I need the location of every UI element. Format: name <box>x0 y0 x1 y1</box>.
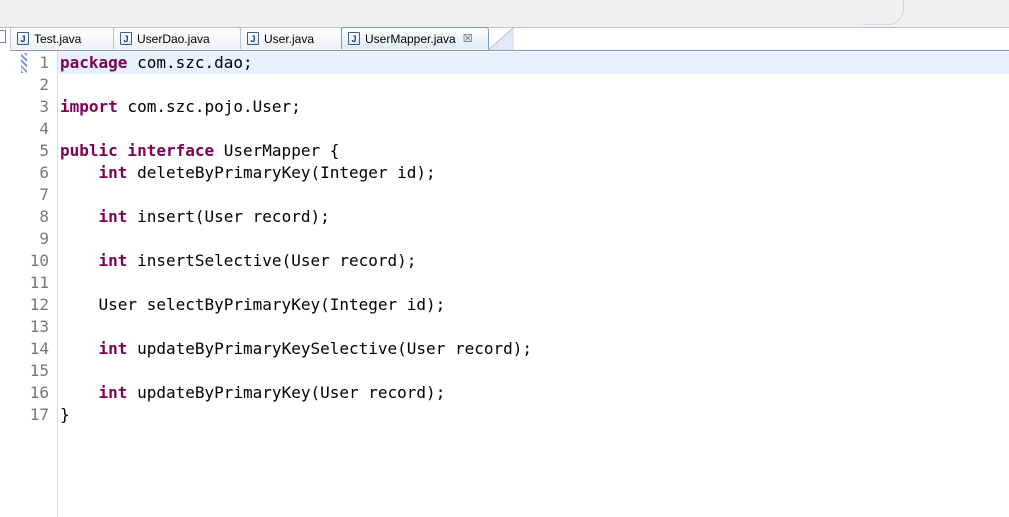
code-keyword: int <box>98 339 128 358</box>
line-number: 10 <box>29 251 49 270</box>
code-keyword: package <box>60 53 128 72</box>
code-text: User selectByPrimaryKey(Integer id); <box>98 295 446 314</box>
code-line[interactable]: } <box>60 404 70 426</box>
code-keyword: public interface <box>60 141 215 160</box>
line-number: 3 <box>39 97 49 116</box>
line-number: 11 <box>29 273 49 292</box>
annotation-gutter <box>15 51 31 517</box>
editor-tab-bar: J Test.java J UserDao.java J User.java J… <box>10 27 514 50</box>
line-number: 16 <box>29 383 49 402</box>
line-number: 13 <box>29 317 49 336</box>
tab-usermapper-java[interactable]: J UserMapper.java ☒ <box>341 27 514 50</box>
tab-label: User.java <box>264 31 315 46</box>
line-number: 9 <box>39 229 49 248</box>
code-keyword: int <box>98 251 128 270</box>
line-number: 15 <box>29 361 49 380</box>
title-bar-area <box>0 0 1009 28</box>
line-number: 7 <box>39 185 49 204</box>
code-line[interactable]: public interface UserMapper { <box>60 140 339 162</box>
code-keyword: int <box>98 163 128 182</box>
line-number: 8 <box>39 207 49 226</box>
toolbar-curve-decoration <box>863 0 904 25</box>
tab-label: UserDao.java <box>137 31 210 46</box>
code-line[interactable]: User selectByPrimaryKey(Integer id); <box>60 294 446 316</box>
code-text: deleteByPrimaryKey(Integer id); <box>127 163 436 182</box>
tab-userdao-java[interactable]: J UserDao.java <box>113 27 241 49</box>
code-keyword: import <box>60 97 118 116</box>
line-number: 14 <box>29 339 49 358</box>
code-text: } <box>60 405 70 424</box>
code-text: UserMapper { <box>214 141 340 160</box>
code-text: updateByPrimaryKeySelective(User record)… <box>127 339 533 358</box>
code-text: com.szc.pojo.User; <box>117 97 301 116</box>
code-line[interactable]: int insertSelective(User record); <box>60 250 417 272</box>
minimize-view-icon[interactable] <box>0 30 6 43</box>
code-text: insertSelective(User record); <box>127 251 417 270</box>
code-keyword: int <box>98 207 128 226</box>
code-line[interactable]: package com.szc.dao; <box>60 52 253 74</box>
line-number: 2 <box>39 75 49 94</box>
code-line[interactable]: int insert(User record); <box>60 206 330 228</box>
code-line[interactable]: int updateByPrimaryKey(User record); <box>60 382 446 404</box>
line-number-ruler: 1 2 3 4 5 6 7 8 9 10 11 12 13 14 15 16 17 <box>27 51 58 517</box>
code-text: insert(User record); <box>127 207 330 226</box>
line-number: 12 <box>29 295 49 314</box>
code-editor[interactable]: 1 2 3 4 5 6 7 8 9 10 11 12 13 14 15 16 17 package com.sz… <box>10 50 1009 517</box>
code-text: com.szc.dao; <box>127 53 253 72</box>
tab-label: Test.java <box>34 31 82 46</box>
line-number: 17 <box>29 405 49 424</box>
code-line[interactable]: int updateByPrimaryKeySelective(User rec… <box>60 338 532 360</box>
line-number: 5 <box>39 141 49 160</box>
tab-label: UserMapper.java <box>365 31 456 46</box>
tab-test-java[interactable]: J Test.java <box>10 27 114 49</box>
close-tab-icon[interactable]: ☒ <box>463 32 473 45</box>
code-text: updateByPrimaryKey(User record); <box>127 383 446 402</box>
java-file-icon: J <box>348 32 360 45</box>
code-keyword: int <box>98 383 128 402</box>
java-file-icon: J <box>120 32 132 45</box>
line-number: 6 <box>39 163 49 182</box>
line-number: 4 <box>39 119 49 138</box>
code-line[interactable]: import com.szc.pojo.User; <box>60 96 301 118</box>
java-file-icon: J <box>17 32 29 45</box>
code-line[interactable]: int deleteByPrimaryKey(Integer id); <box>60 162 436 184</box>
java-file-icon: J <box>247 32 259 45</box>
tab-user-java[interactable]: J User.java <box>240 27 342 49</box>
line-number: 1 <box>39 53 49 72</box>
